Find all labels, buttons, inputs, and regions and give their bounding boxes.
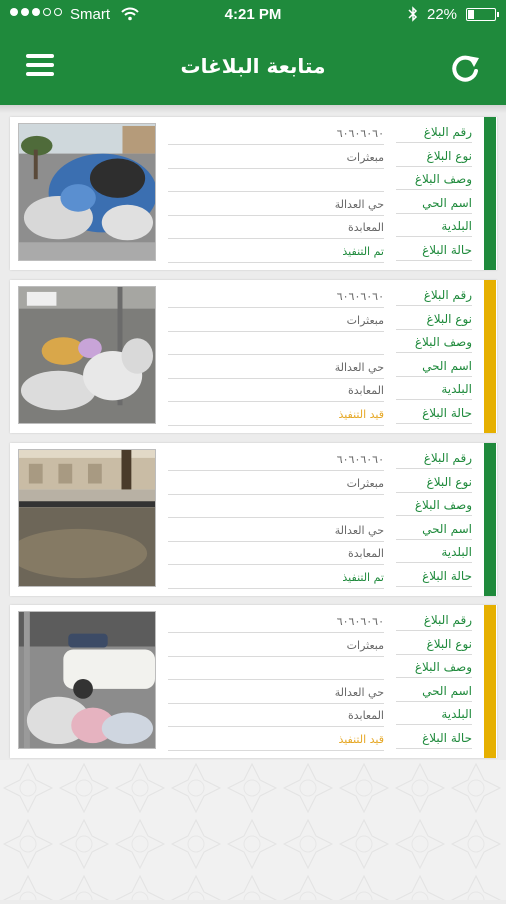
field-value-type: مبعثرات xyxy=(168,639,384,657)
field-label-municipality: البلدية xyxy=(396,545,472,563)
status-indicator-bar xyxy=(484,443,496,596)
report-card[interactable]: رقم البلاغ ٦٠٦٠٦٠٦٠ نوع البلاغ مبعثرات وصف ا… xyxy=(10,280,497,433)
field-label-type: نوع البلاغ xyxy=(396,475,472,493)
page-title: متابعة البلاغات xyxy=(180,54,326,78)
report-card[interactable]: رقم البلاغ ٦٠٦٠٦٠٦٠ نوع البلاغ مبعثرات وصف ا… xyxy=(10,117,497,270)
field-value-type: مبعثرات xyxy=(168,477,384,495)
field-label-status: حالة البلاغ xyxy=(396,731,472,749)
field-label-description: وصف البلاغ xyxy=(396,660,472,678)
status-indicator-bar xyxy=(484,117,496,270)
field-value-status: قيد التنفيذ xyxy=(168,408,384,426)
field-value-municipality: المعابدة xyxy=(168,547,384,565)
flooded-street-photo[interactable] xyxy=(18,449,156,587)
header-shadow xyxy=(0,105,506,113)
field-value-district: حي العدالة xyxy=(168,524,384,542)
background-pattern xyxy=(0,760,506,900)
field-value-number: ٦٠٦٠٦٠٦٠ xyxy=(168,290,384,308)
header-bar: متابعة البلاغات xyxy=(0,30,506,105)
refresh-icon[interactable] xyxy=(448,52,482,86)
bluetooth-icon xyxy=(408,6,418,26)
field-value-number: ٦٠٦٠٦٠٦٠ xyxy=(168,615,384,633)
field-value-status: تم التنفيذ xyxy=(168,245,384,263)
field-label-type: نوع البلاغ xyxy=(396,312,472,330)
field-label-district: اسم الحي xyxy=(396,359,472,377)
field-label-status: حالة البلاغ xyxy=(396,406,472,424)
report-card[interactable]: رقم البلاغ ٦٠٦٠٦٠٦٠ نوع البلاغ مبعثرات وصف ا… xyxy=(10,605,497,758)
field-value-description xyxy=(168,662,384,680)
field-value-district: حي العدالة xyxy=(168,361,384,379)
field-value-description xyxy=(168,337,384,355)
field-value-description xyxy=(168,174,384,192)
field-value-type: مبعثرات xyxy=(168,314,384,332)
field-label-type: نوع البلاغ xyxy=(396,149,472,167)
field-label-number: رقم البلاغ xyxy=(396,613,472,631)
field-label-district: اسم الحي xyxy=(396,684,472,702)
field-value-district: حي العدالة xyxy=(168,198,384,216)
field-label-number: رقم البلاغ xyxy=(396,288,472,306)
field-value-status: تم التنفيذ xyxy=(168,571,384,589)
scattered-trash-photo[interactable] xyxy=(18,286,156,424)
status-indicator-bar xyxy=(484,605,496,758)
field-label-district: اسم الحي xyxy=(396,196,472,214)
field-label-municipality: البلدية xyxy=(396,382,472,400)
field-value-description xyxy=(168,500,384,518)
field-value-district: حي العدالة xyxy=(168,686,384,704)
field-label-number: رقم البلاغ xyxy=(396,451,472,469)
field-value-number: ٦٠٦٠٦٠٦٠ xyxy=(168,127,384,145)
field-label-description: وصف البلاغ xyxy=(396,498,472,516)
field-value-status: قيد التنفيذ xyxy=(168,733,384,751)
battery-icon xyxy=(466,8,499,21)
battery-percentage: 22% xyxy=(427,6,458,23)
field-label-description: وصف البلاغ xyxy=(396,335,472,353)
field-label-description: وصف البلاغ xyxy=(396,172,472,190)
report-card[interactable]: رقم البلاغ ٦٠٦٠٦٠٦٠ نوع البلاغ مبعثرات وصف ا… xyxy=(10,443,497,596)
field-value-municipality: المعابدة xyxy=(168,709,384,727)
field-label-municipality: البلدية xyxy=(396,707,472,725)
status-indicator-bar xyxy=(484,280,496,433)
trash-by-car-photo[interactable] xyxy=(18,611,156,749)
field-value-number: ٦٠٦٠٦٠٦٠ xyxy=(168,453,384,471)
field-label-district: اسم الحي xyxy=(396,522,472,540)
field-label-number: رقم البلاغ xyxy=(396,125,472,143)
field-label-status: حالة البلاغ xyxy=(396,243,472,261)
field-value-municipality: المعابدة xyxy=(168,384,384,402)
garbage-pile-photo[interactable] xyxy=(18,123,156,261)
field-value-type: مبعثرات xyxy=(168,151,384,169)
field-label-municipality: البلدية xyxy=(396,219,472,237)
field-value-municipality: المعابدة xyxy=(168,221,384,239)
field-label-status: حالة البلاغ xyxy=(396,569,472,587)
status-bar: Smart 4:21 PM 22% xyxy=(0,0,506,30)
field-label-type: نوع البلاغ xyxy=(396,637,472,655)
